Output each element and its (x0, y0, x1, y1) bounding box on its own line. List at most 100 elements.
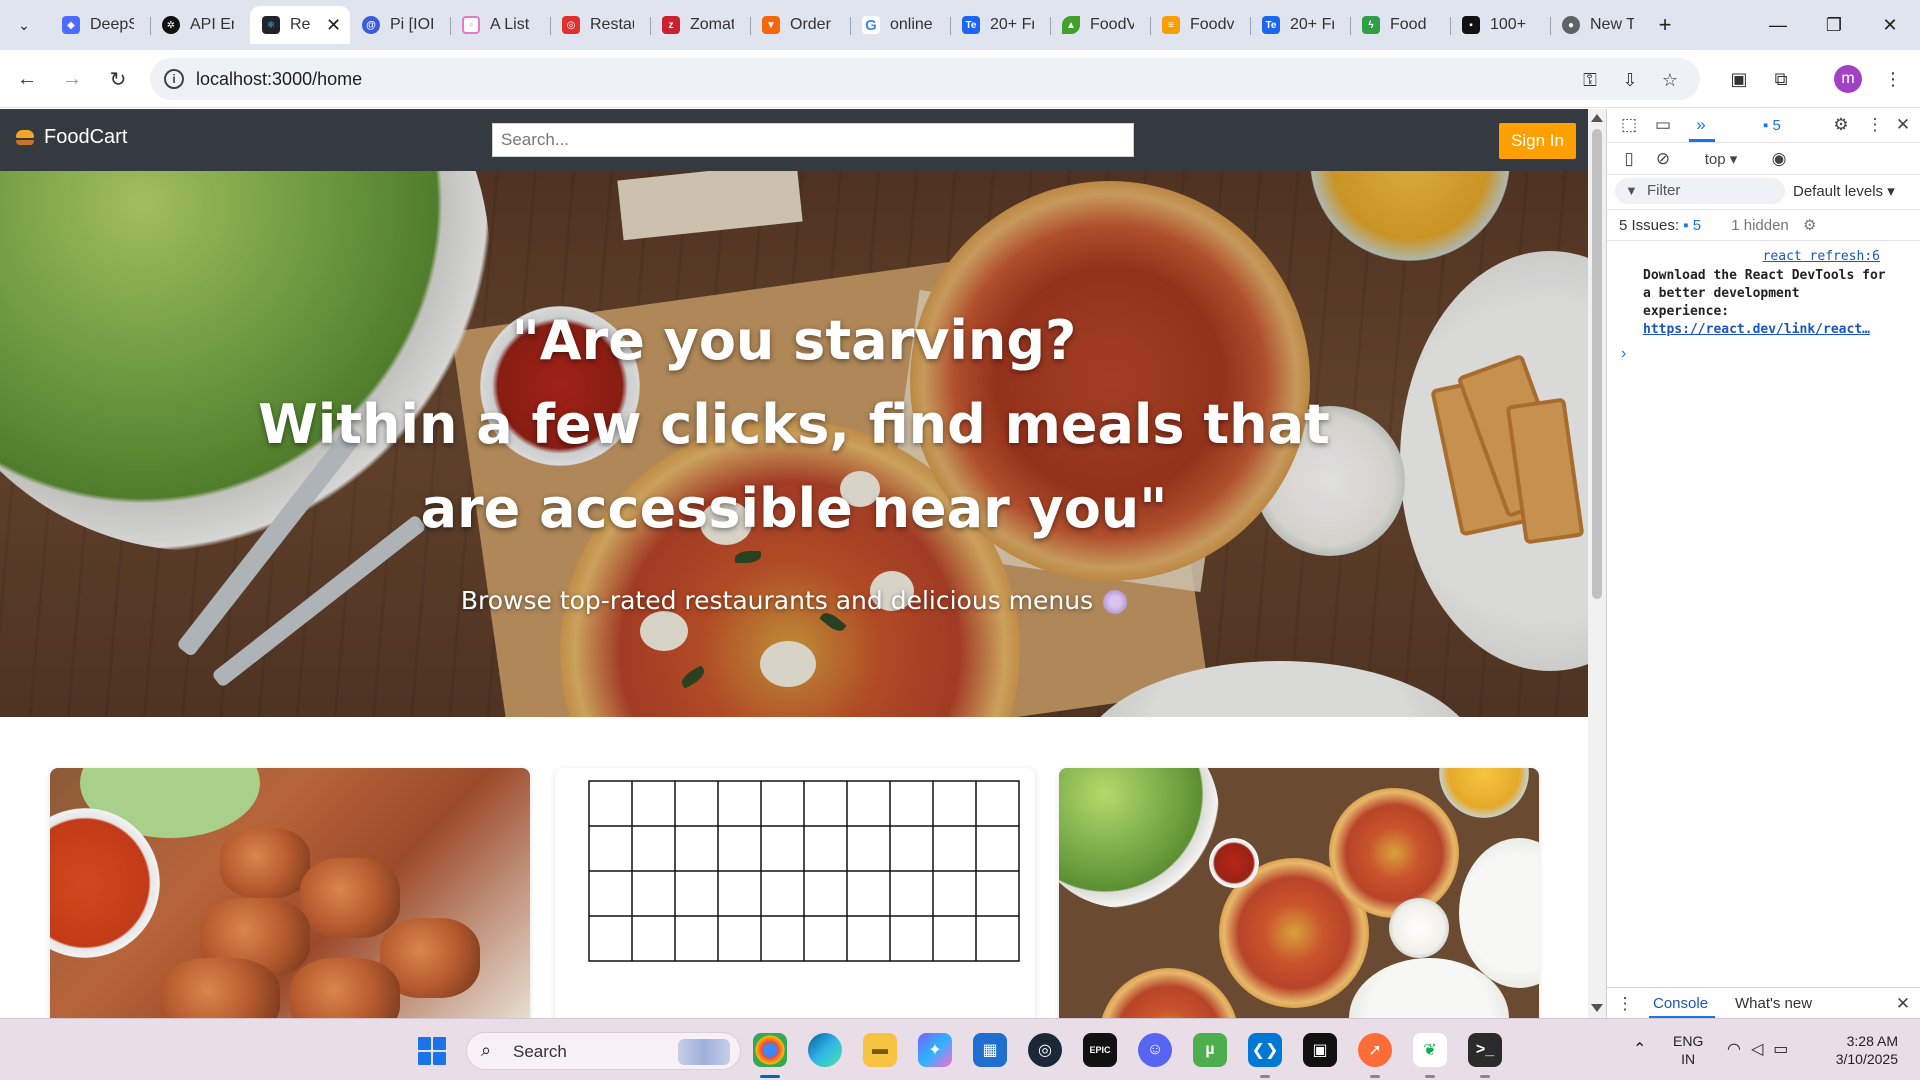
restaurant-card-pizza[interactable] (1059, 768, 1539, 1018)
settings-gear-icon[interactable]: ⚙ (1829, 113, 1853, 137)
extension-off-icon[interactable]: ▣ (1724, 64, 1754, 94)
issues-badge[interactable]: ▪ 5 (1763, 117, 1781, 134)
scroll-down-arrow-icon[interactable] (1591, 1004, 1603, 1012)
brand-link[interactable]: FoodCart (16, 126, 127, 149)
tab-foodv-2[interactable]: ≡ Foodv (1150, 6, 1250, 44)
extensions-puzzle-icon[interactable]: ⧉ (1766, 64, 1796, 94)
close-drawer-icon[interactable]: ✕ (1891, 992, 1915, 1016)
language-code: ENG (1673, 1033, 1704, 1049)
tab-a-list[interactable]: ▫ A List (450, 6, 550, 44)
console-source-link[interactable]: react refresh:6 (1763, 249, 1880, 264)
postman-app-icon[interactable]: ➚ (1358, 1033, 1392, 1067)
tab-title: 20+ Fr (1290, 16, 1334, 33)
battery-icon[interactable]: ▭ (1773, 1041, 1798, 1058)
site-info-icon[interactable]: i (164, 69, 184, 89)
tab-google-online[interactable]: G online (850, 6, 950, 44)
tab-100-plus[interactable]: ▪ 100+ (1450, 6, 1550, 44)
reload-icon[interactable]: ↻ (103, 64, 133, 94)
bookmark-star-icon[interactable]: ☆ (1658, 68, 1682, 92)
file-explorer-icon[interactable]: ▬ (863, 1033, 897, 1067)
clear-console-icon[interactable]: ⊘ (1651, 147, 1675, 171)
inspect-element-icon[interactable]: ⬚ (1617, 113, 1641, 137)
tray-overflow-chevron-icon[interactable]: ⌃ (1633, 1039, 1646, 1059)
device-toolbar-icon[interactable]: ▭ (1651, 113, 1675, 137)
tab-20-free-1[interactable]: Te 20+ Fr (950, 6, 1050, 44)
input-language[interactable]: ENG IN (1673, 1032, 1703, 1068)
volume-muted-icon[interactable]: ◁ (1751, 1041, 1773, 1058)
windows-start-icon[interactable] (418, 1037, 446, 1065)
drawer-tab-console[interactable]: Console (1653, 995, 1708, 1012)
taskbar-search-label: Search (513, 1042, 567, 1061)
drawer-menu-icon[interactable]: ⋮ (1613, 992, 1637, 1016)
terminal-app-icon[interactable]: >_ (1468, 1033, 1502, 1067)
console-settings-gear-icon[interactable]: ⚙ (1803, 217, 1816, 234)
mongodb-running-indicator (1425, 1075, 1435, 1078)
restaurant-card-placeholder[interactable] (555, 768, 1035, 1018)
tab-new-tab[interactable]: ● New T (1550, 6, 1650, 44)
tab-api-error[interactable]: ✲ API Er (150, 6, 250, 44)
epic-games-icon[interactable]: EPIC (1083, 1033, 1117, 1067)
taskbar-clock[interactable]: 3:28 AM 3/10/2025 (1818, 1032, 1898, 1068)
console-filter-input[interactable]: ▼ Filter (1615, 178, 1785, 204)
drawer-tab-whats-new[interactable]: What's new (1735, 995, 1812, 1012)
restaurant-card-kebab[interactable] (50, 768, 530, 1018)
more-panels-icon[interactable]: » (1689, 113, 1713, 137)
edge-app-icon[interactable] (808, 1033, 842, 1067)
tab-deepseek[interactable]: ◆ DeepS (50, 6, 150, 44)
password-key-icon[interactable]: ⚿ (1578, 68, 1602, 92)
copilot-app-icon[interactable]: ✦ (918, 1033, 952, 1067)
page-scrollbar[interactable] (1588, 109, 1606, 1018)
console-prompt-chevron-icon[interactable]: › (1621, 345, 1626, 363)
url-text[interactable]: localhost:3000/home (196, 69, 362, 90)
notion-app-icon[interactable]: ▣ (1303, 1033, 1337, 1067)
tab-search-chevron-icon[interactable]: ⌄ (9, 10, 39, 40)
tab-pi[interactable]: @ Pi [IOI (350, 6, 450, 44)
taskbar-search[interactable]: ⌕ Search (466, 1032, 741, 1070)
install-app-icon[interactable]: ⇩ (1618, 68, 1642, 92)
tab-20-free-2[interactable]: Te 20+ Fr (1250, 6, 1350, 44)
tab-close-icon[interactable]: ✕ (326, 15, 341, 36)
live-expression-eye-icon[interactable]: ◉ (1767, 147, 1791, 171)
vscode-app-icon[interactable]: ❮❯ (1248, 1033, 1282, 1067)
new-tab-button[interactable]: + (1650, 10, 1680, 40)
tab-foodv-1[interactable]: ▲ FoodV (1050, 6, 1150, 44)
mongodb-compass-icon[interactable]: ❦ (1413, 1033, 1447, 1067)
microsoft-store-icon[interactable]: ▦ (973, 1033, 1007, 1067)
issues-summary[interactable]: 5 Issues: ▪ 5 1 hidden ⚙ (1619, 216, 1816, 234)
tab-restaurant[interactable]: ◎ Restau (550, 6, 650, 44)
browser-menu-icon[interactable]: ⋮ (1878, 64, 1908, 94)
tab-react-app-active[interactable]: ⚛ Re ✕ (250, 6, 350, 44)
restore-icon[interactable]: ❐ (1806, 0, 1862, 50)
console-message: Download the React DevTools for a better… (1643, 267, 1893, 339)
tab-zomato[interactable]: z Zomat (650, 6, 750, 44)
back-arrow-icon[interactable]: ← (12, 64, 42, 94)
wifi-icon[interactable]: ◠ (1727, 1041, 1751, 1058)
sign-in-button[interactable]: Sign In (1499, 123, 1576, 159)
tab-title: Foodv (1190, 16, 1234, 33)
chrome-app-icon[interactable] (753, 1033, 787, 1067)
tab-food[interactable]: ϟ Food (1350, 6, 1450, 44)
clock-time: 3:28 AM (1846, 1033, 1898, 1049)
address-bar[interactable]: i localhost:3000/home ⚿ ⇩ ☆ (150, 58, 1700, 100)
sidebar-toggle-icon[interactable]: ▯ (1617, 147, 1641, 171)
system-tray-icons[interactable]: ◠◁▭ (1727, 1039, 1798, 1059)
tab-order[interactable]: ▼ Order (750, 6, 850, 44)
steam-app-icon[interactable]: ◎ (1028, 1033, 1062, 1067)
profile-avatar[interactable]: m (1834, 65, 1862, 93)
close-window-icon[interactable]: ✕ (1862, 0, 1918, 50)
minimize-icon[interactable]: — (1750, 0, 1806, 50)
log-levels-dropdown[interactable]: Default levels ▾ (1793, 182, 1895, 200)
scrollbar-thumb[interactable] (1592, 129, 1602, 599)
console-message-link[interactable]: https://react.dev/link/react… (1643, 321, 1888, 339)
te-icon: Te (1262, 16, 1280, 34)
kebab-piece (290, 958, 400, 1018)
discord-app-icon[interactable]: ☺ (1138, 1033, 1172, 1067)
close-devtools-icon[interactable]: ✕ (1891, 113, 1915, 137)
search-input[interactable] (492, 123, 1134, 157)
scroll-up-arrow-icon[interactable] (1591, 114, 1603, 122)
forward-arrow-icon[interactable]: → (57, 64, 87, 94)
utorrent-app-icon[interactable]: µ (1193, 1033, 1227, 1067)
context-selector[interactable]: top ▾ (1691, 147, 1751, 171)
devtools-menu-icon[interactable]: ⋮ (1863, 113, 1887, 137)
card-juice-glass (1439, 768, 1529, 818)
